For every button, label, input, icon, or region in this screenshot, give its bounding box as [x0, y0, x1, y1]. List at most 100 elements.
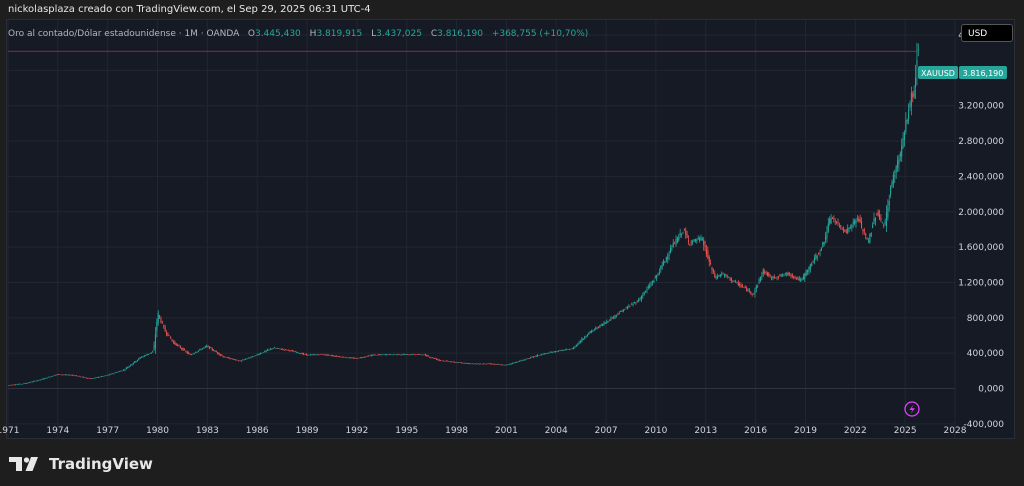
- candle-body: [429, 356, 431, 358]
- candle-body: [246, 358, 248, 360]
- candle-body: [473, 363, 475, 365]
- candle-body: [516, 362, 518, 363]
- candle-body: [73, 375, 75, 376]
- candle-body: [451, 361, 453, 363]
- candle-body: [186, 351, 188, 354]
- candle-body: [113, 373, 115, 374]
- candle-body: [784, 273, 786, 274]
- candle-body: [59, 374, 61, 375]
- candle-body: [679, 232, 681, 236]
- candle-body: [433, 357, 435, 359]
- candle-body: [809, 264, 811, 270]
- candle-body: [355, 358, 357, 359]
- candle-body: [221, 354, 223, 356]
- candle-body: [251, 356, 253, 357]
- candle-body: [910, 92, 912, 107]
- candle-body: [372, 354, 374, 356]
- candle-body: [632, 303, 634, 305]
- candle-body: [387, 354, 389, 356]
- candle-body: [621, 310, 623, 312]
- candle-body: [520, 360, 522, 362]
- candle-body: [329, 354, 331, 356]
- candle-body: [365, 356, 367, 358]
- candle-body: [872, 225, 874, 228]
- candle-body: [758, 279, 760, 284]
- candle-body: [733, 280, 735, 282]
- candle-body: [510, 363, 512, 365]
- candle-body: [815, 254, 817, 259]
- candle-body: [610, 318, 612, 321]
- candle-body: [30, 381, 32, 383]
- candle-body: [56, 374, 58, 375]
- candle-body: [311, 354, 313, 356]
- candle-body: [710, 263, 712, 265]
- candle-body: [107, 374, 109, 376]
- candle-body: [876, 213, 878, 215]
- candle-body: [379, 354, 381, 356]
- y-tick-label: 2.800,000: [958, 137, 1004, 147]
- candle-body: [207, 346, 209, 347]
- candle-body: [82, 376, 85, 378]
- candle-body: [397, 354, 399, 355]
- candle-body: [699, 238, 701, 241]
- candle-body: [88, 378, 90, 379]
- price-chart[interactable]: 4.000,0003.600,0003.200,0002.800,0002.40…: [0, 0, 1024, 486]
- candle-body: [521, 360, 523, 361]
- x-tick-label: 2022: [844, 426, 867, 436]
- candle-body: [213, 350, 215, 351]
- candle-body: [183, 349, 186, 351]
- currency-selector[interactable]: USD: [961, 24, 1013, 42]
- candle-body: [289, 350, 291, 352]
- candle-body: [856, 218, 858, 220]
- candle-body: [117, 371, 119, 373]
- candle-body: [62, 374, 64, 376]
- candle-body: [863, 230, 865, 232]
- candle-body: [660, 265, 662, 270]
- open-label: O: [247, 29, 255, 39]
- candle-body: [618, 313, 620, 315]
- candle-body: [867, 240, 870, 241]
- candle-body: [247, 358, 249, 359]
- candle-body: [52, 375, 54, 377]
- candle-body: [793, 277, 795, 278]
- candle-body: [168, 335, 170, 336]
- candle-body: [560, 350, 562, 351]
- tradingview-brand[interactable]: TradingView: [9, 455, 153, 473]
- candle-body: [566, 349, 568, 350]
- candle-body: [20, 384, 22, 385]
- candle-body: [505, 364, 507, 366]
- candle-body: [703, 240, 705, 246]
- candle-body: [174, 341, 176, 344]
- candle-body: [769, 274, 771, 276]
- candle-body: [41, 379, 43, 380]
- candle-body: [123, 369, 125, 371]
- candle-body: [631, 304, 633, 305]
- candle-body: [492, 364, 494, 365]
- lightning-icon[interactable]: [904, 401, 920, 417]
- candle-body: [548, 353, 550, 354]
- candle-body: [848, 227, 850, 229]
- x-tick-label: 1995: [395, 426, 418, 436]
- candle-body: [822, 242, 824, 248]
- x-tick-label: 2019: [794, 426, 817, 436]
- candle-body: [460, 362, 462, 364]
- candle-body: [681, 234, 683, 235]
- candle-body: [427, 355, 429, 357]
- candle-body: [434, 358, 436, 359]
- candle-body: [319, 354, 321, 355]
- y-tick-label: -400,000: [964, 420, 1005, 430]
- candle-body: [8, 385, 10, 386]
- candle-body: [638, 299, 640, 302]
- candle-body: [286, 349, 288, 351]
- y-tick-label: 1.600,000: [958, 243, 1004, 253]
- candle-body: [847, 228, 849, 234]
- candle-body: [312, 354, 314, 356]
- x-tick-label: 2007: [595, 426, 618, 436]
- candle-body: [913, 90, 915, 97]
- candle-body: [794, 276, 796, 277]
- candle-body: [469, 363, 471, 364]
- candle-body: [802, 276, 804, 280]
- candle-body: [753, 293, 755, 295]
- candle-body: [494, 363, 496, 365]
- candle-body: [100, 376, 103, 377]
